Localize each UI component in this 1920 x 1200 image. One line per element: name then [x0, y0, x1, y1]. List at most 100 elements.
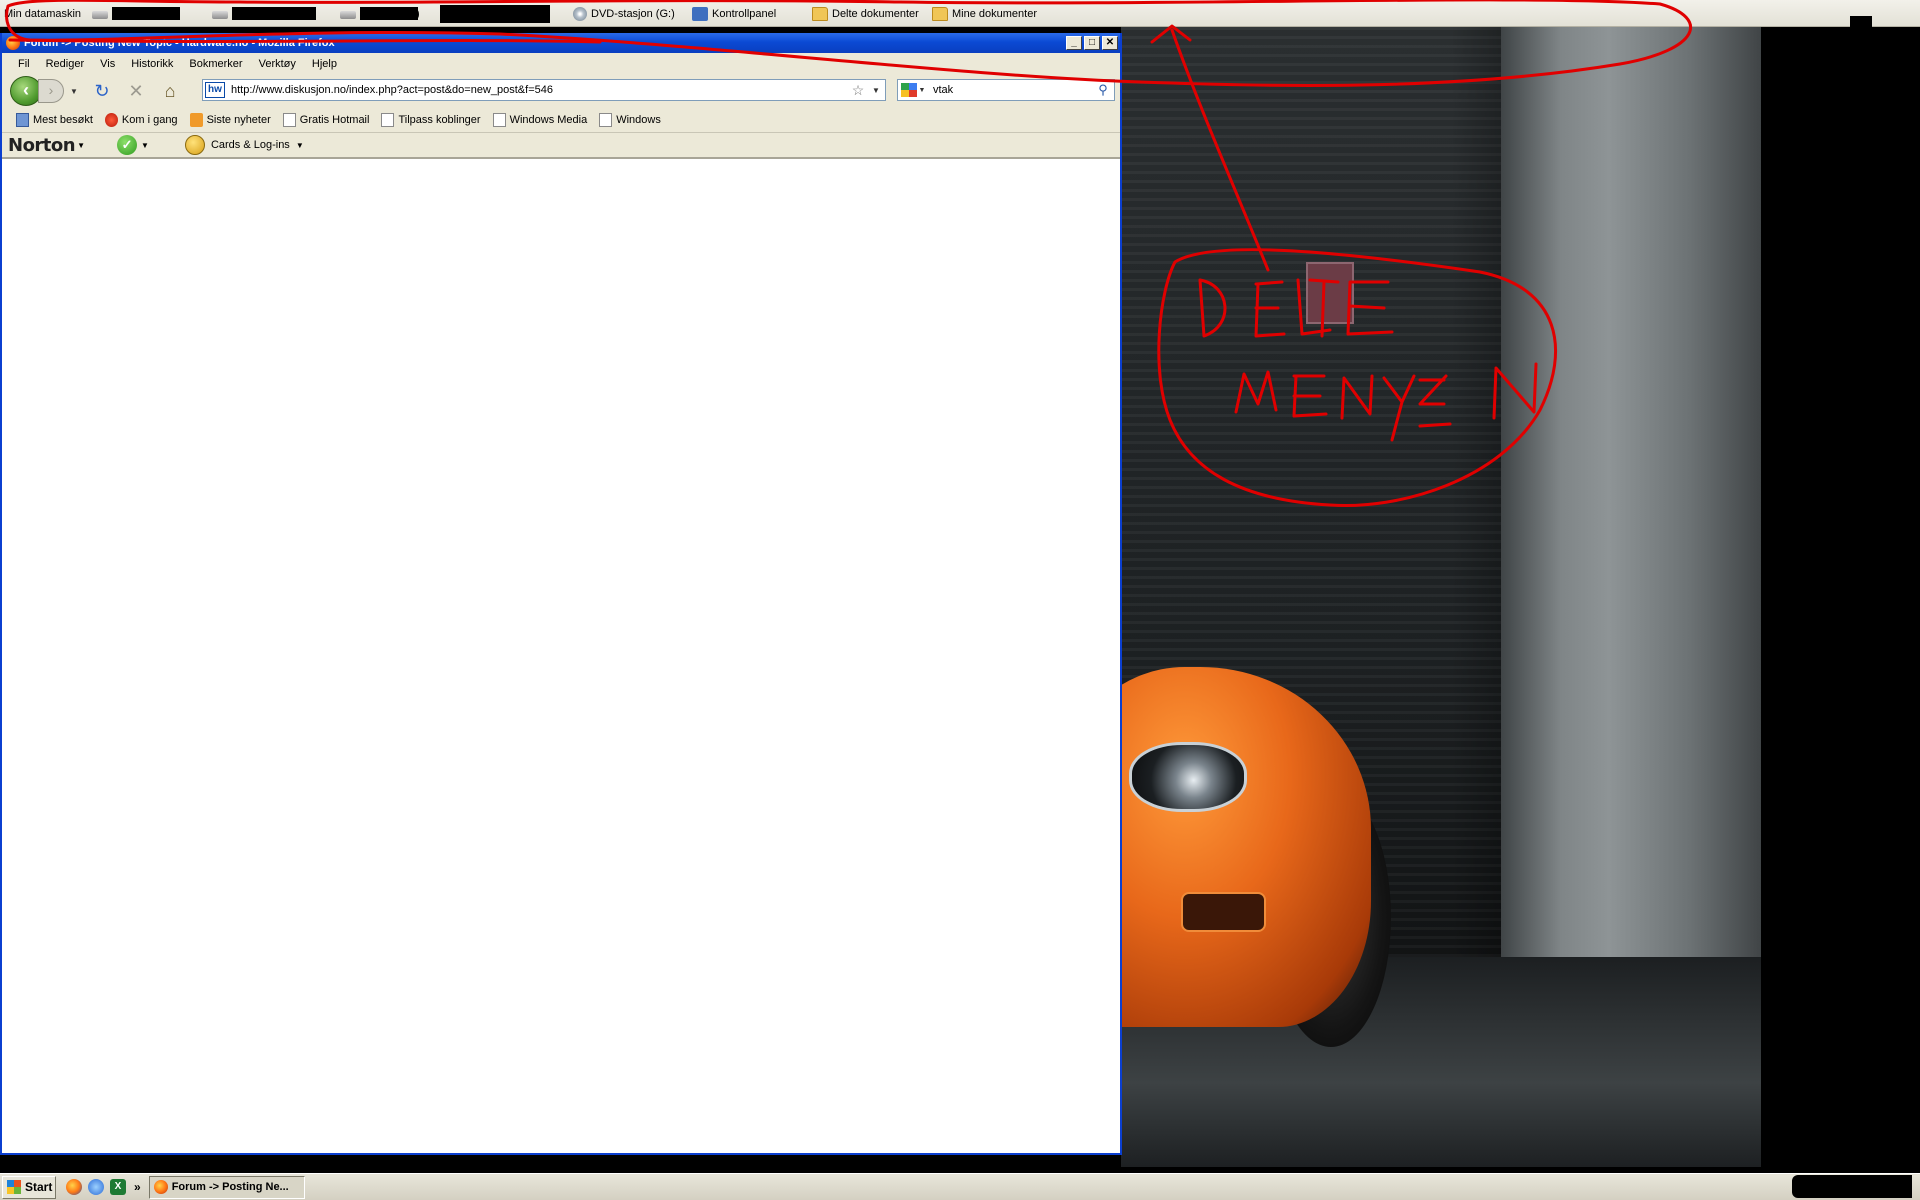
bookmark-star-icon[interactable]: ☆: [849, 82, 867, 99]
safe-check-icon[interactable]: ✓: [117, 135, 138, 155]
bookmark-getting-started[interactable]: Kom i gang: [99, 112, 184, 127]
search-bar[interactable]: ▼ ⚲: [897, 79, 1115, 101]
dvd-drive-icon: [573, 6, 587, 21]
bookmark-label: Gratis Hotmail: [299, 113, 370, 126]
bookmark-most-visited[interactable]: Mest besøkt: [10, 112, 99, 127]
quicklaunch-item-control-panel[interactable]: Kontrollpanel: [692, 5, 776, 22]
page-icon: [381, 112, 395, 127]
quicklaunch-toolbar: Min datamaskin (C:) D:) (E:) DVD-stasjon…: [0, 0, 1920, 27]
bookmark-label: Windows: [616, 113, 661, 126]
redaction-bar: [440, 4, 550, 23]
quicklaunch-label: DVD-stasjon (G:): [591, 7, 675, 20]
start-label: Start: [25, 1180, 53, 1194]
menu-history[interactable]: Historikk: [123, 58, 181, 70]
start-button[interactable]: Start: [2, 1175, 56, 1199]
google-engine-icon[interactable]: [901, 83, 917, 97]
bookmark-label: Tilpass koblinger: [398, 113, 481, 126]
norton-toolbar: Norton ▼ ✓ ▼ Cards & Log-ins ▼: [2, 133, 1120, 159]
redaction-bar: [1850, 16, 1872, 28]
smart-bookmark-icon: [16, 112, 29, 127]
cards-dropdown-icon[interactable]: ▼: [296, 141, 304, 150]
home-icon[interactable]: ⌂: [158, 79, 182, 103]
url-input[interactable]: http://www.diskusjon.no/index.php?act=po…: [231, 84, 849, 96]
quicklaunch-item-drive-d[interactable]: D:): [212, 5, 316, 22]
quicklaunch-label: Delte dokumenter: [832, 7, 919, 20]
quicklaunch-item-my-docs[interactable]: Mine dokumenter: [932, 5, 1037, 22]
search-input[interactable]: [933, 84, 1092, 96]
bookmark-customize-links[interactable]: Tilpass koblinger: [375, 112, 486, 127]
bookmarks-toolbar: Mest besøkt Kom i gang Siste nyheter Gra…: [2, 107, 1120, 133]
quicklaunch-item-dvd[interactable]: DVD-stasjon (G:): [573, 5, 675, 22]
history-dropdown-icon[interactable]: ▼: [68, 87, 80, 96]
quicklaunch-item-shared-docs[interactable]: Delte dokumenter: [812, 5, 919, 22]
bookmark-label: Siste nyheter: [206, 113, 271, 126]
quicklaunch-item-drive-c[interactable]: (C:): [92, 5, 180, 22]
bookmark-label: Mest besøkt: [33, 113, 93, 126]
browser-quicklaunch-icon[interactable]: [88, 1179, 104, 1195]
bookmark-label: Kom i gang: [121, 113, 178, 126]
close-button[interactable]: ✕: [1102, 36, 1118, 50]
excel-quicklaunch-icon[interactable]: X: [110, 1179, 126, 1195]
window-titlebar[interactable]: Forum -> Posting New Topic - Hardware.no…: [2, 33, 1120, 53]
car-vent: [1181, 892, 1266, 932]
menu-view[interactable]: Vis: [92, 58, 123, 70]
rss-icon: [189, 112, 203, 127]
page-content-area[interactable]: [2, 166, 1120, 1153]
url-bar[interactable]: hw http://www.diskusjon.no/index.php?act…: [202, 79, 886, 101]
wall-sign: [1306, 262, 1354, 324]
taskbar: Start X » Forum -> Posting Ne...: [0, 1173, 1920, 1200]
quicklaunch-label: Min datamaskin: [4, 7, 82, 20]
quicklaunch-item-my-computer[interactable]: Min datamaskin: [4, 5, 81, 22]
desktop-wallpaper: [1121, 27, 1761, 1167]
site-favicon: hw: [205, 82, 225, 98]
bookmark-latest-news[interactable]: Siste nyheter: [184, 112, 277, 127]
window-title: Forum -> Posting New Topic - Hardware.no…: [24, 37, 335, 49]
control-panel-icon: [692, 6, 708, 21]
menu-tools[interactable]: Verktøy: [251, 58, 304, 70]
quicklaunch-more-button[interactable]: »: [134, 1180, 141, 1194]
quicklaunch-label: (C:): [158, 7, 177, 20]
firefox-icon: [153, 1180, 168, 1194]
quicklaunch-item-redacted[interactable]: [440, 4, 550, 23]
search-icon[interactable]: ⚲: [1092, 82, 1114, 98]
taskbar-button-label: Forum -> Posting Ne...: [171, 1181, 289, 1193]
firefox-icon: [6, 36, 20, 50]
norton-dropdown-icon[interactable]: ▼: [77, 141, 85, 150]
system-tray-redacted: [1792, 1175, 1912, 1198]
menu-bookmarks[interactable]: Bokmerker: [181, 58, 250, 70]
reload-icon[interactable]: ↻: [90, 79, 114, 103]
engine-dropdown-icon[interactable]: ▼: [917, 87, 927, 94]
menu-edit[interactable]: Rediger: [38, 58, 93, 70]
bookmark-label: Windows Media: [509, 113, 588, 126]
quicklaunch-label: (E:): [402, 7, 420, 20]
quicklaunch-label: D:): [290, 7, 305, 20]
quicklaunch-label: Mine dokumenter: [952, 7, 1037, 20]
forward-button[interactable]: ›: [38, 79, 64, 103]
url-dropdown-icon[interactable]: ▼: [867, 86, 885, 95]
bookmark-windows[interactable]: Windows: [593, 112, 667, 127]
cards-logins-button[interactable]: Cards & Log-ins: [211, 139, 290, 151]
menu-file[interactable]: Fil: [10, 58, 38, 70]
bookmark-free-hotmail[interactable]: Gratis Hotmail: [277, 112, 376, 127]
lock-icon[interactable]: [184, 135, 205, 155]
folder-icon: [932, 6, 948, 21]
minimize-button[interactable]: _: [1066, 36, 1082, 50]
page-icon: [599, 112, 613, 127]
drive-icon: [340, 11, 356, 19]
drive-icon: [212, 11, 228, 19]
quicklaunch-item-drive-e[interactable]: (E:): [340, 5, 420, 22]
firefox-window: Forum -> Posting New Topic - Hardware.no…: [0, 33, 1122, 1155]
concrete-pillar: [1501, 27, 1761, 957]
windows-logo-icon: [7, 1180, 21, 1194]
stop-icon[interactable]: ✕: [124, 79, 148, 103]
bookmark-windows-media[interactable]: Windows Media: [487, 112, 594, 127]
firefox-quicklaunch-icon[interactable]: [66, 1179, 82, 1195]
menu-help[interactable]: Hjelp: [304, 58, 345, 70]
safe-dropdown-icon[interactable]: ▼: [141, 141, 149, 150]
norton-logo[interactable]: Norton: [8, 135, 76, 156]
maximize-button[interactable]: □: [1084, 36, 1100, 50]
page-icon: [282, 112, 296, 127]
quicklaunch-label: Kontrollpanel: [712, 7, 777, 20]
menu-bar: Fil Rediger Vis Historikk Bokmerker Verk…: [2, 53, 1120, 75]
taskbar-button-firefox[interactable]: Forum -> Posting Ne...: [148, 1175, 305, 1199]
